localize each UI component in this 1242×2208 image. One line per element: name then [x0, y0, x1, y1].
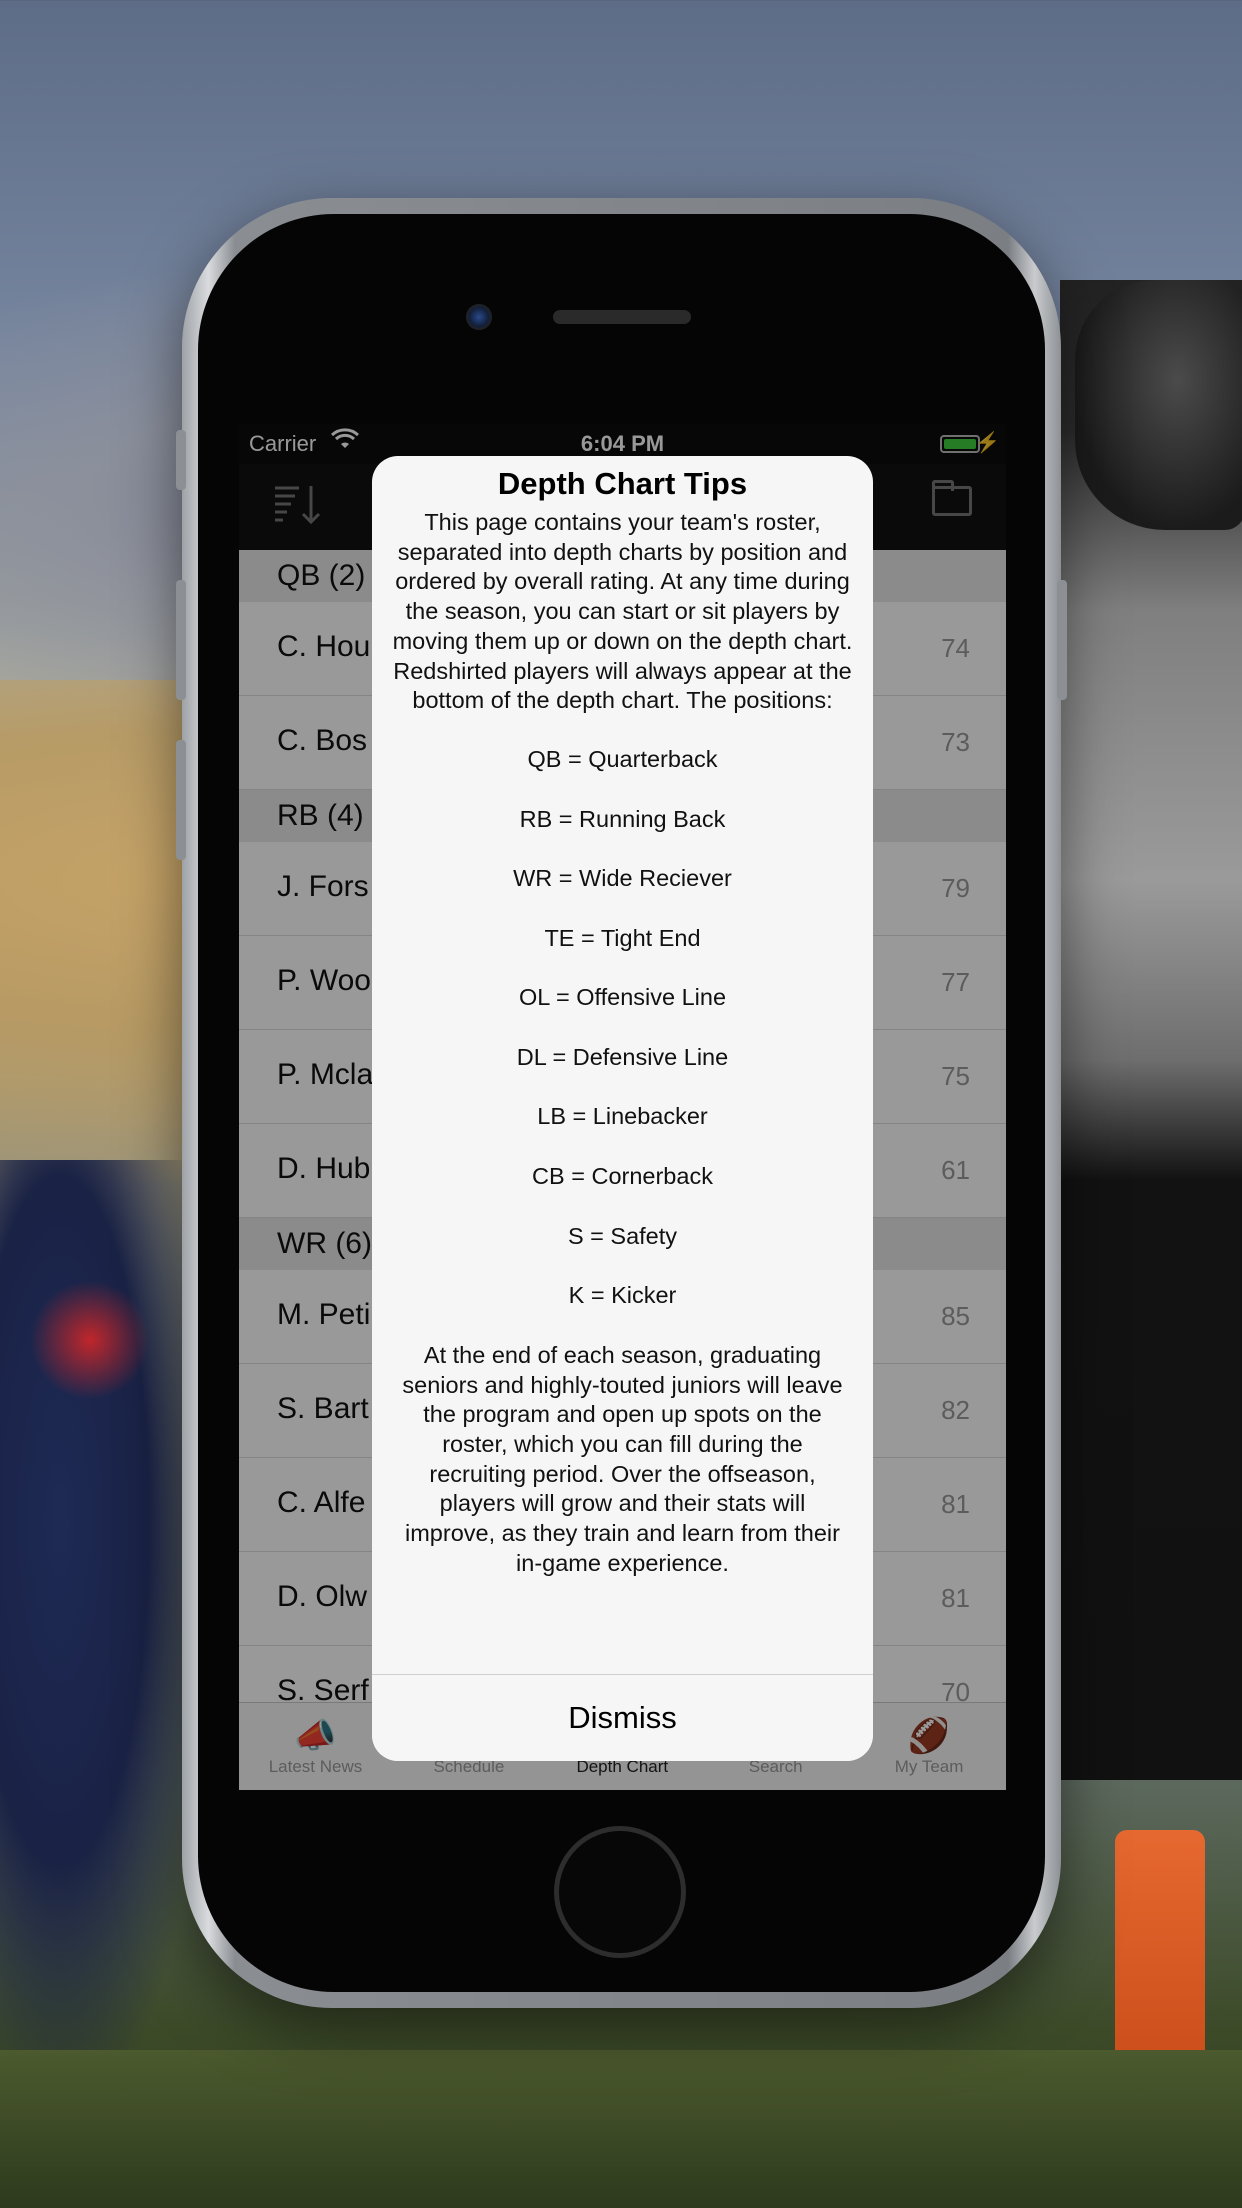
position-definition: CB = Cornerback — [532, 1163, 713, 1190]
alert-intro: This page contains your team's roster, s… — [392, 509, 853, 714]
position-definition: K = Kicker — [568, 1282, 677, 1309]
phone-screen: Carrier 6:04 PM ⚡ QB (2) C. Hou 74 C. Bos 73… — [239, 424, 1006, 1790]
positions-list: QB = Quarterback RB = Running Back WR = Wi… — [392, 745, 853, 1341]
front-camera — [466, 304, 492, 330]
mute-switch — [176, 430, 186, 490]
position-definition: WR = Wide Reciever — [513, 865, 732, 892]
jersey-red — [30, 1280, 150, 1400]
background-grass — [0, 2050, 1242, 2208]
alert-outro: At the end of each season, graduating se… — [402, 1341, 843, 1576]
volume-down-button — [176, 740, 186, 860]
home-button — [554, 1826, 686, 1958]
power-button — [1057, 580, 1067, 700]
position-definition: QB = Quarterback — [527, 745, 718, 772]
position-definition: LB = Linebacker — [537, 1103, 708, 1130]
dismiss-button[interactable]: Dismiss — [372, 1675, 873, 1761]
position-definition: RB = Running Back — [519, 805, 726, 832]
position-definition: DL = Defensive Line — [516, 1043, 729, 1070]
background-cone — [1115, 1830, 1205, 2070]
volume-up-button — [176, 580, 186, 700]
tips-alert: Depth Chart Tips This page contains your… — [372, 456, 873, 1761]
background-helmet — [1075, 280, 1242, 530]
earpiece-speaker — [553, 310, 691, 324]
position-definition: S = Safety — [567, 1222, 678, 1249]
alert-message[interactable]: This page contains your team's roster, s… — [392, 508, 853, 1674]
background-player-left — [0, 1160, 200, 2060]
alert-title: Depth Chart Tips — [497, 466, 748, 501]
position-definition: OL = Offensive Line — [518, 984, 727, 1011]
position-definition: TE = Tight End — [544, 924, 701, 951]
